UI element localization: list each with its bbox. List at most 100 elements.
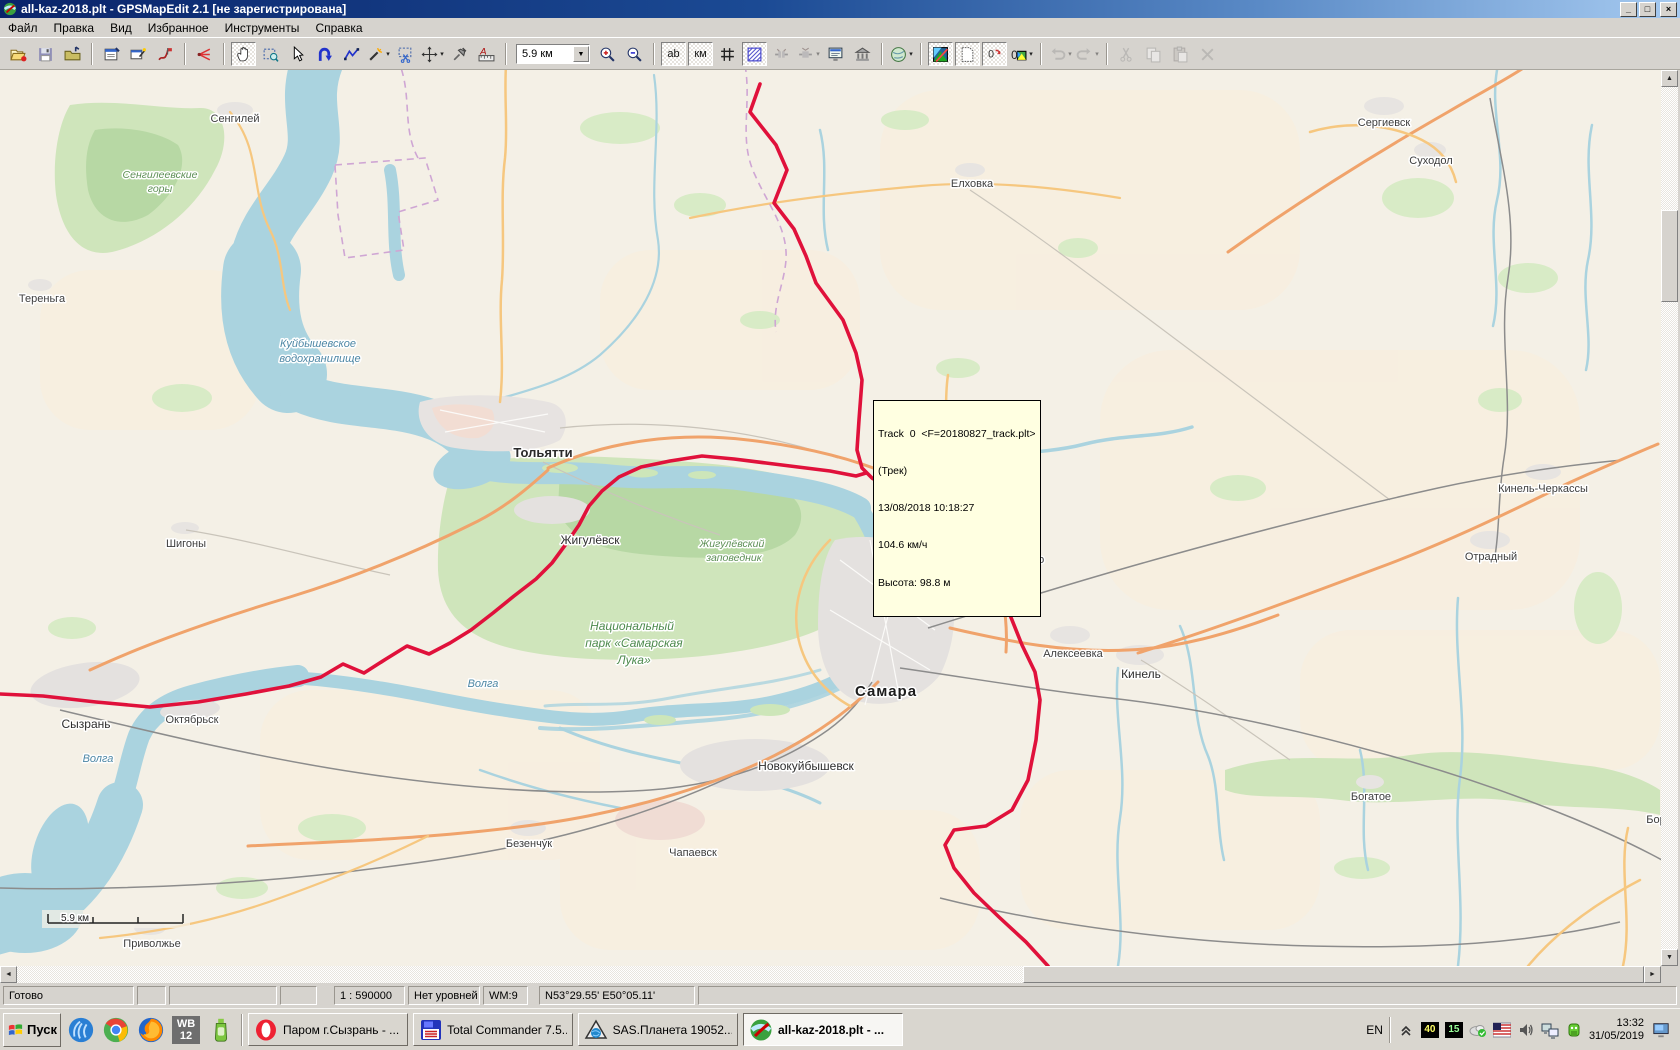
tray-flag-icon[interactable] — [1493, 1021, 1511, 1039]
scroll-up-icon[interactable]: ▲ — [1661, 70, 1678, 87]
toolbar-separator — [91, 43, 93, 65]
menu-file[interactable]: Файл — [0, 20, 46, 36]
track-waypoint-button[interactable] — [153, 42, 178, 66]
paste-button[interactable] — [1168, 42, 1193, 66]
restore-button[interactable]: □ — [1639, 2, 1656, 17]
map-label: горы — [148, 183, 173, 195]
toggle-labels-button[interactable]: ab — [661, 42, 686, 66]
dropdown-caret-icon[interactable]: ▾ — [1029, 50, 1033, 58]
dropdown-caret-icon[interactable]: ▾ — [1068, 50, 1072, 58]
toggle-hatch-button[interactable] — [742, 42, 767, 66]
tray-badge-40[interactable]: 40 — [1421, 1022, 1439, 1038]
toggle-raster-map-button[interactable] — [928, 42, 953, 66]
cut-button[interactable] — [1114, 42, 1139, 66]
toggle-grid-button[interactable] — [715, 42, 740, 66]
tray-network-icon[interactable] — [1541, 1021, 1559, 1039]
dropdown-caret-icon[interactable]: ▾ — [440, 50, 444, 58]
magic-wand-button[interactable]: ▾ — [366, 42, 391, 66]
zoom-in-button[interactable] — [595, 42, 620, 66]
tray-cloud-icon[interactable] — [1469, 1021, 1487, 1039]
measure-tool-button[interactable]: A — [474, 42, 499, 66]
open-file-button[interactable] — [6, 42, 31, 66]
map-label: Елховка — [951, 178, 994, 190]
pan-tool-button[interactable] — [231, 42, 256, 66]
polyline-tool-button[interactable] — [339, 42, 364, 66]
globe-layers-button[interactable]: ▾ — [889, 42, 914, 66]
tray-badge-15[interactable]: 15 — [1445, 1022, 1463, 1038]
language-indicator[interactable]: EN — [1366, 1023, 1383, 1037]
quicklaunch-qip-icon[interactable] — [206, 1015, 236, 1045]
map-label: Тереньга — [19, 293, 66, 305]
vertical-scrollbar[interactable]: ▲ ▼ — [1661, 70, 1678, 966]
combobox-dropdown-icon[interactable]: ▼ — [573, 46, 589, 62]
window-title: all-kaz-2018.plt - GPSMapEdit 2.1 [не за… — [21, 2, 1618, 16]
map-canvas[interactable]: 5.9 км СенгилейСенгилеевскиегорыТереньга… — [0, 70, 1661, 966]
map-properties-button[interactable] — [99, 42, 124, 66]
attach-tool-button[interactable] — [447, 42, 472, 66]
menu-tools[interactable]: Инструменты — [217, 20, 308, 36]
select-tool-button[interactable] — [285, 42, 310, 66]
track-tooltip: Track 0 <F=20180827_track.plt> (Трек) 13… — [873, 400, 1041, 617]
zoom-select-tool-button[interactable] — [258, 42, 283, 66]
desktop: all-kaz-2018.plt - GPSMapEdit 2.1 [не за… — [0, 0, 1680, 1050]
uturn-tool-button[interactable] — [312, 42, 337, 66]
menu-help[interactable]: Справка — [307, 20, 370, 36]
toggle-blank-page-button[interactable] — [955, 42, 980, 66]
delete-button[interactable] — [1195, 42, 1220, 66]
redo-button[interactable]: ▾ — [1075, 42, 1100, 66]
minimize-button[interactable]: _ — [1620, 2, 1637, 17]
dropdown-caret-icon[interactable]: ▾ — [816, 50, 820, 58]
task-button-gpsmapedit[interactable]: all-kaz-2018.plt - ... — [743, 1013, 903, 1046]
show-rays-button[interactable] — [192, 42, 217, 66]
scroll-down-icon[interactable]: ▼ — [1661, 949, 1678, 966]
preview-dialog-button[interactable] — [823, 42, 848, 66]
copy-button[interactable] — [1141, 42, 1166, 66]
wizard-button[interactable] — [126, 42, 151, 66]
horizontal-scroll-thumb[interactable] — [1023, 966, 1644, 983]
dropdown-caret-icon[interactable]: ▾ — [386, 50, 390, 58]
menu-favorites[interactable]: Избранное — [140, 20, 217, 36]
split-button[interactable] — [769, 42, 794, 66]
quicklaunch-firefox-icon[interactable] — [136, 1015, 166, 1045]
vertical-scroll-thumb[interactable] — [1661, 210, 1678, 302]
title-bar[interactable]: all-kaz-2018.plt - GPSMapEdit 2.1 [не за… — [0, 0, 1680, 18]
save-button[interactable] — [33, 42, 58, 66]
tray-volume-icon[interactable] — [1517, 1021, 1535, 1039]
horizontal-scrollbar[interactable]: ◄ ► — [0, 966, 1661, 983]
show-desktop-icon[interactable] — [1650, 1021, 1672, 1039]
quicklaunch-winbox-icon[interactable] — [66, 1015, 96, 1045]
task-button-opera[interactable]: Паром г.Сызрань - ... — [248, 1013, 408, 1046]
dropdown-caret-icon[interactable]: ▾ — [909, 50, 913, 58]
close-button[interactable]: × — [1660, 2, 1677, 17]
poi-style-button[interactable] — [850, 42, 875, 66]
task-button-total-commander[interactable]: Total Commander 7.5... — [413, 1013, 573, 1046]
dropdown-caret-icon[interactable]: ▾ — [1095, 50, 1099, 58]
menu-edit[interactable]: Правка — [46, 20, 103, 36]
start-button[interactable]: Пуск — [3, 1013, 61, 1047]
quicklaunch-wb12-icon[interactable]: WB12 — [171, 1015, 201, 1045]
taskbar-divider — [241, 1014, 243, 1046]
move-map-button[interactable]: ▾ — [420, 42, 445, 66]
overlay-level-button[interactable]: 0▾ — [1009, 42, 1034, 66]
map-label: Октябрьск — [166, 714, 219, 726]
map-label: Волга — [83, 753, 114, 765]
svg-text:5.9 км: 5.9 км — [61, 913, 89, 924]
status-empty-2 — [169, 986, 277, 1005]
zoom-out-button[interactable] — [622, 42, 647, 66]
tray-qip-icon[interactable] — [1565, 1021, 1583, 1039]
toggle-scale-bar-button[interactable]: км — [688, 42, 713, 66]
scroll-right-icon[interactable]: ► — [1644, 966, 1661, 983]
cut-selection-tool-button[interactable] — [393, 42, 418, 66]
undo-button[interactable]: ▾ — [1048, 42, 1073, 66]
tray-collapse-icon[interactable] — [1397, 1021, 1415, 1039]
map-label: Сенгилей — [211, 113, 260, 125]
menu-view[interactable]: Вид — [102, 20, 140, 36]
scroll-left-icon[interactable]: ◄ — [0, 966, 17, 983]
join-button[interactable]: ▾ — [796, 42, 821, 66]
task-button-sas-planet[interactable]: SAS.Планета 19052... — [578, 1013, 738, 1046]
quicklaunch-chrome-icon[interactable] — [101, 1015, 131, 1045]
tray-clock[interactable]: 13:32 31/05/2019 — [1589, 1017, 1644, 1043]
open-folder-button[interactable] — [60, 42, 85, 66]
rotation-zero-button[interactable]: 0 — [982, 42, 1007, 66]
map-scale-combobox[interactable]: 5.9 км ▼ — [516, 44, 590, 64]
